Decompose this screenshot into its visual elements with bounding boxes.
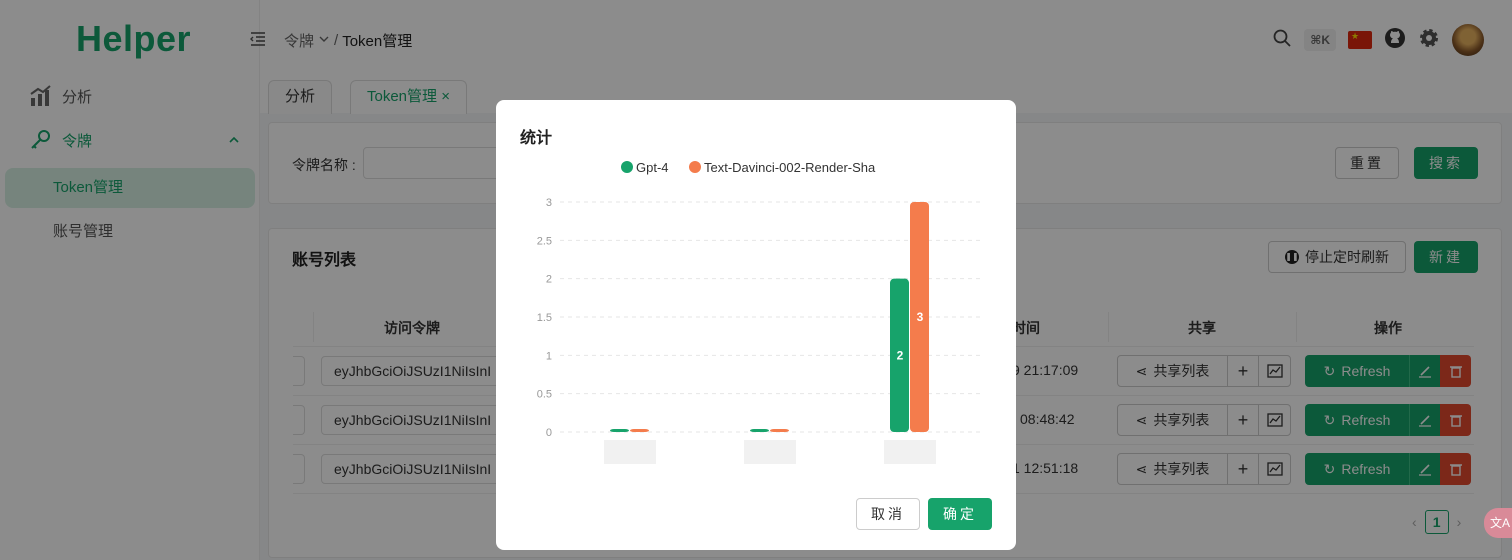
bar-data-label: 2 — [897, 348, 904, 362]
y-tick-label: 0 — [546, 427, 552, 439]
cancel-button[interactable]: 取消 — [856, 498, 920, 530]
y-tick-label: 2 — [546, 274, 552, 286]
stats-modal: 统计 Gpt-4 Text-Davinci-002-Render-Sha 0 0.5 1… — [496, 100, 1016, 550]
translate-icon[interactable]: 文A — [1484, 508, 1512, 538]
bar — [750, 429, 769, 432]
y-tick-label: 2.5 — [537, 235, 552, 247]
x-tick-label-blurred — [744, 440, 796, 464]
legend-label: Gpt-4 — [636, 160, 669, 175]
legend-marker — [689, 161, 701, 173]
modal-title: 统计 — [520, 130, 553, 147]
legend-label: Text-Davinci-002-Render-Sha — [704, 160, 876, 175]
legend-marker — [621, 161, 633, 173]
bar — [770, 429, 789, 432]
bar — [610, 429, 629, 432]
bar — [630, 429, 649, 432]
x-tick-label-blurred — [604, 440, 656, 464]
y-tick-label: 3 — [546, 197, 552, 209]
usage-bar-chart: Gpt-4 Text-Davinci-002-Render-Sha 0 0.5 1 1.5… — [537, 160, 980, 464]
x-tick-label-blurred — [884, 440, 936, 464]
y-tick-label: 1 — [546, 350, 552, 362]
y-tick-label: 0.5 — [537, 389, 552, 401]
bar-data-label: 3 — [917, 310, 924, 324]
y-tick-label: 1.5 — [537, 312, 552, 324]
confirm-button[interactable]: 确定 — [928, 498, 992, 530]
